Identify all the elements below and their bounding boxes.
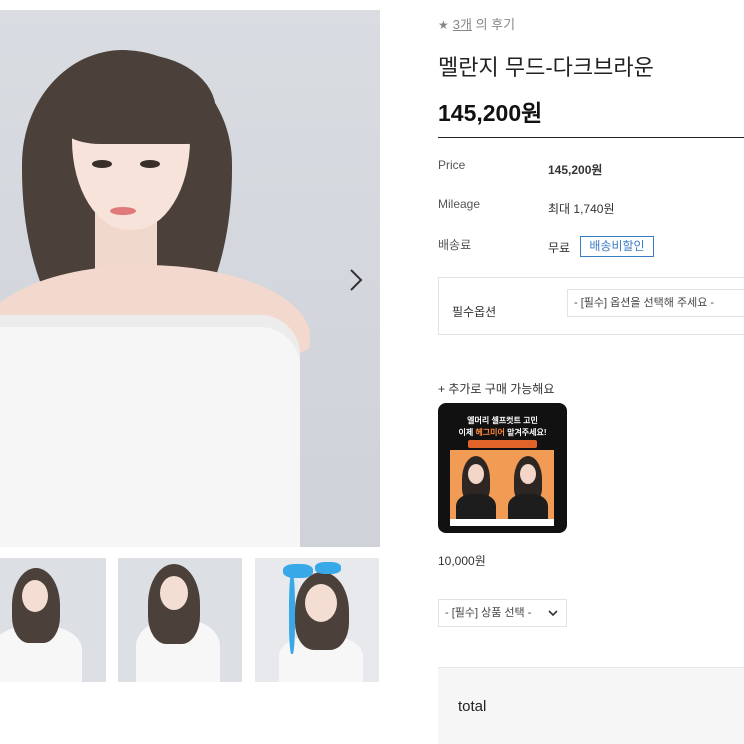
shipping-label: 배송료 [438,238,472,252]
model-lips [110,207,136,215]
addon-card-banner [468,440,537,448]
addon-price: 10,000원 [438,554,486,568]
addon-before-tag [450,519,502,526]
shipping-value: 무료 [548,241,571,255]
addon-card-line2: 이제 헤그미어 맡겨주세요! [458,428,547,437]
price-value: 145,200원 [548,163,603,177]
option-label: 필수옵션 [452,305,497,319]
review-suffix: 의 후기 [475,17,516,32]
addon-heading: + 추가로 구매 가능해요 [438,382,555,396]
thumbnail-1[interactable] [0,558,106,682]
addon-select-text: - [필수] 상품 선택 - [445,607,532,619]
chevron-right-icon[interactable] [344,266,368,294]
mileage-value: 최대 1,740원 [548,202,615,216]
thumbnail-2[interactable] [118,558,242,682]
shipping-discount-badge[interactable]: 배송비할인 [580,236,654,257]
model-eye-right [140,160,160,168]
product-price: 145,200원 [438,100,543,126]
thumbnail-3[interactable] [255,558,379,682]
model-blouse [0,315,300,547]
model-eye-left [92,160,112,168]
divider [438,137,744,138]
addon-after-tag [502,519,554,526]
product-title: 멜란지 무드-다크브라운 [438,55,654,80]
main-product-image[interactable] [0,10,380,547]
review-count-link[interactable]: 3개 [453,17,472,32]
total-label: total [458,698,487,715]
addon-product-image[interactable]: 엘머리 셀프컷트 고민 이제 헤그미어 맡겨주세요! [438,403,567,533]
addon-after-photo [502,450,554,520]
review-summary: ★ 3개 의 후기 [438,14,515,33]
addon-card-line1: 엘머리 셀프컷트 고민 [467,416,538,425]
chevron-down-icon [548,610,558,617]
mileage-label: Mileage [438,197,481,211]
price-label: Price [438,158,466,172]
star-icon: ★ [438,18,449,32]
addon-before-photo [450,450,502,520]
option-select[interactable]: - [필수] 옵션을 선택해 주세요 - [567,289,744,317]
addon-product-select[interactable]: - [필수] 상품 선택 - [438,599,567,627]
